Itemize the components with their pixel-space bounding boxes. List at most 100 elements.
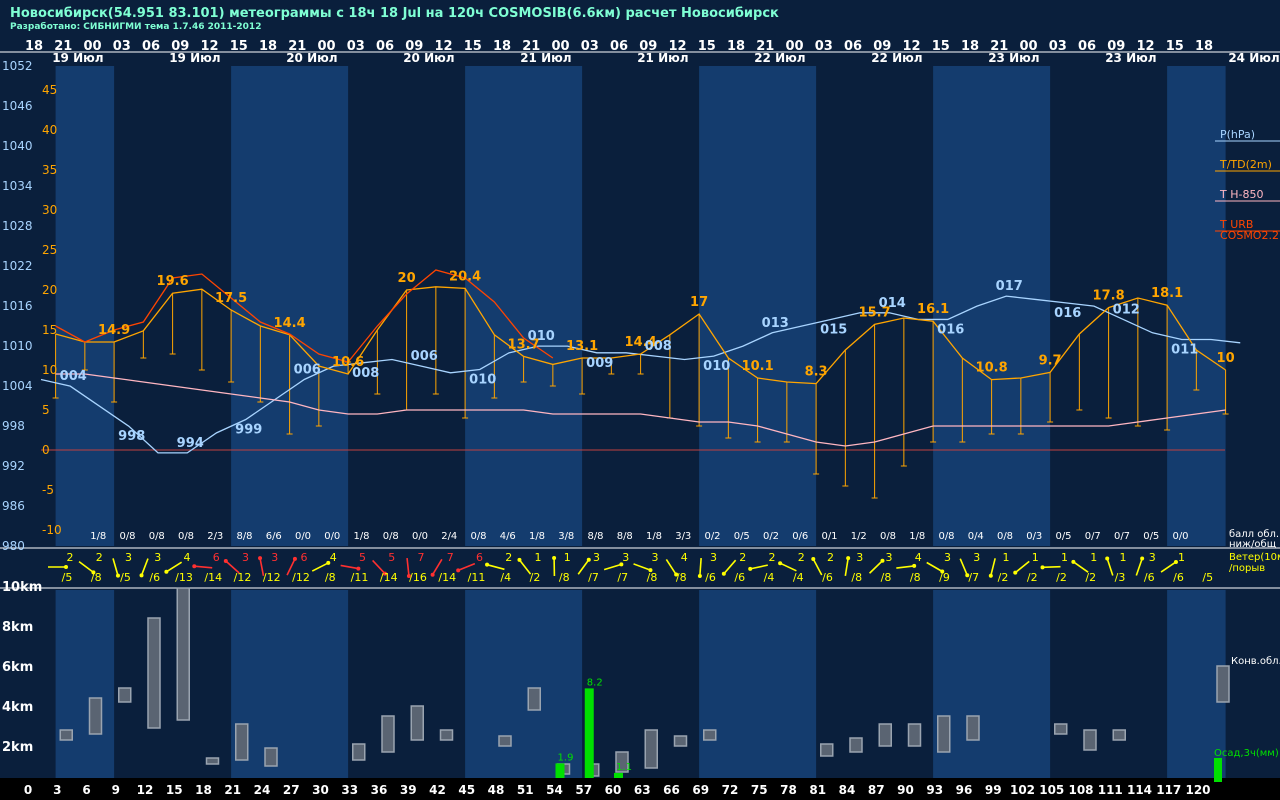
cloud-column: [820, 743, 834, 757]
lead-hour-label: 78: [780, 783, 797, 797]
day-label: 23 Июл: [1105, 51, 1156, 65]
cloud-cover-value: 0/5: [1143, 531, 1159, 542]
wind-speed-value: 3: [125, 551, 132, 564]
cloud-column: [703, 729, 717, 741]
cloud-cover-value: 0/8: [178, 531, 194, 542]
lead-hour-label: 27: [283, 783, 300, 797]
wind-speed-value: 1: [1090, 551, 1097, 564]
cloud-cover-value: 0/8: [880, 531, 896, 542]
wind-speed-value: 1: [1120, 551, 1127, 564]
pressure-tick-label: 1046: [2, 99, 33, 113]
cloud-cover-value: 0/8: [383, 531, 399, 542]
temp-value-label: 9.7: [1039, 353, 1062, 368]
wind-speed-value: 3: [242, 551, 249, 564]
cloud-cover-value: 8/8: [617, 531, 633, 542]
hour-tick-label: 06: [376, 39, 394, 54]
wind-speed-value: 7: [447, 551, 454, 564]
wind-speed-value: 2: [798, 551, 805, 564]
cloud-cover-value: 0/8: [470, 531, 486, 542]
wind-speed-value: 1: [1061, 551, 1068, 564]
wind-speed-value: 2: [739, 551, 746, 564]
cloud-cover-value: 0/5: [1055, 531, 1071, 542]
km-tick-label: 2km: [2, 740, 33, 755]
legend-conv-clouds: Конв.обл.: [1231, 656, 1280, 667]
cloud-cover-value: 0/3: [1026, 531, 1042, 542]
day-label: 19 Июл: [52, 51, 103, 65]
day-label: 19 Июл: [169, 51, 220, 65]
wind-speed-value: 1: [1003, 551, 1010, 564]
temp-tick-label: 0: [42, 443, 50, 457]
cloud-cover-value: 3/3: [675, 531, 691, 542]
cloud-cover-value: 6/6: [266, 531, 282, 542]
pressure-value-label: 016: [937, 322, 964, 337]
lead-hour-label: 9: [112, 783, 120, 797]
lead-hour-label: 42: [429, 783, 446, 797]
wind-speed-value: 3: [973, 551, 980, 564]
temp-tick-label: -10: [42, 523, 62, 537]
pressure-tick-label: 1028: [2, 219, 33, 233]
band-upper-2: [465, 66, 583, 546]
temp-value-label: 10.8: [976, 361, 1008, 376]
wind-arrow-head: [988, 573, 993, 578]
plot-background: [0, 38, 1280, 800]
wind-gust-value: /14: [380, 571, 398, 584]
cloud-column: [937, 715, 951, 753]
wind-arrow-head: [292, 556, 297, 561]
wind-gust-value: /7: [617, 571, 628, 584]
lead-hour-label: 51: [517, 783, 534, 797]
lead-hour-label: 84: [839, 783, 856, 797]
wind-gust-value: /8: [559, 571, 570, 584]
pressure-value-label: 009: [586, 356, 613, 371]
band-upper-3: [699, 66, 817, 546]
lead-hour-label: 81: [809, 783, 826, 797]
band-lower-3: [699, 590, 817, 786]
wind-gust-value: /13: [175, 571, 193, 584]
lead-hour-label: 6: [82, 783, 90, 797]
temp-value-label: 10: [1217, 351, 1235, 366]
band-lower-1: [231, 590, 349, 786]
cloud-cover-value: 0/0: [324, 531, 340, 542]
cloud-cover-value: 0/8: [938, 531, 954, 542]
hour-tick-label: 18: [1195, 39, 1213, 54]
precip-label: 1.9: [558, 752, 574, 763]
pressure-tick-label: 1040: [2, 139, 33, 153]
wind-arrow-head: [1105, 556, 1110, 561]
pressure-tick-label: 998: [2, 419, 25, 433]
lead-hour-label: 90: [897, 783, 914, 797]
wind-speed-value: 1: [1032, 551, 1039, 564]
km-tick-label: 6km: [2, 660, 33, 675]
lead-hour-label: 111: [1098, 783, 1123, 797]
pressure-value-label: 010: [528, 329, 555, 344]
pressure-value-label: 994: [177, 436, 204, 451]
cloud-column: [381, 715, 395, 753]
wind-speed-value: 1: [535, 551, 542, 564]
cloud-cover-value: 0/2: [704, 531, 720, 542]
pressure-value-label: 998: [118, 429, 145, 444]
pressure-tick-label: 1004: [2, 379, 33, 393]
cloud-column: [878, 723, 892, 747]
cloud-cover-value: 1/8: [90, 531, 106, 542]
wind-gust-value: /8: [647, 571, 658, 584]
wind-arrow-head: [912, 563, 917, 568]
temp-tick-label: 40: [42, 123, 57, 137]
wind-gust-value: /12: [292, 571, 310, 584]
wind-gust-value: /6: [149, 571, 160, 584]
wind-arrow: [1042, 565, 1061, 569]
lead-hour-label: 66: [663, 783, 680, 797]
cloud-column: [1112, 729, 1126, 741]
lead-hour-label: 63: [634, 783, 651, 797]
legend-conv-swatch: [1216, 665, 1230, 703]
legend-temperature: T/TD(2m): [1219, 158, 1272, 171]
wind-arrow-head: [1071, 559, 1076, 564]
wind-speed-value: 3: [856, 551, 863, 564]
pressure-tick-label: 1022: [2, 259, 33, 273]
hour-tick-label: 15: [1166, 39, 1184, 54]
pressure-value-label: 008: [645, 339, 672, 354]
wind-arrow-head: [1040, 565, 1045, 570]
band-upper-4: [933, 66, 1051, 546]
temp-tick-label: 10: [42, 363, 57, 377]
wind-arrow-head: [748, 566, 753, 571]
wind-speed-value: 2: [67, 551, 74, 564]
cloud-column: [205, 757, 220, 765]
wind-speed-value: 3: [154, 551, 161, 564]
